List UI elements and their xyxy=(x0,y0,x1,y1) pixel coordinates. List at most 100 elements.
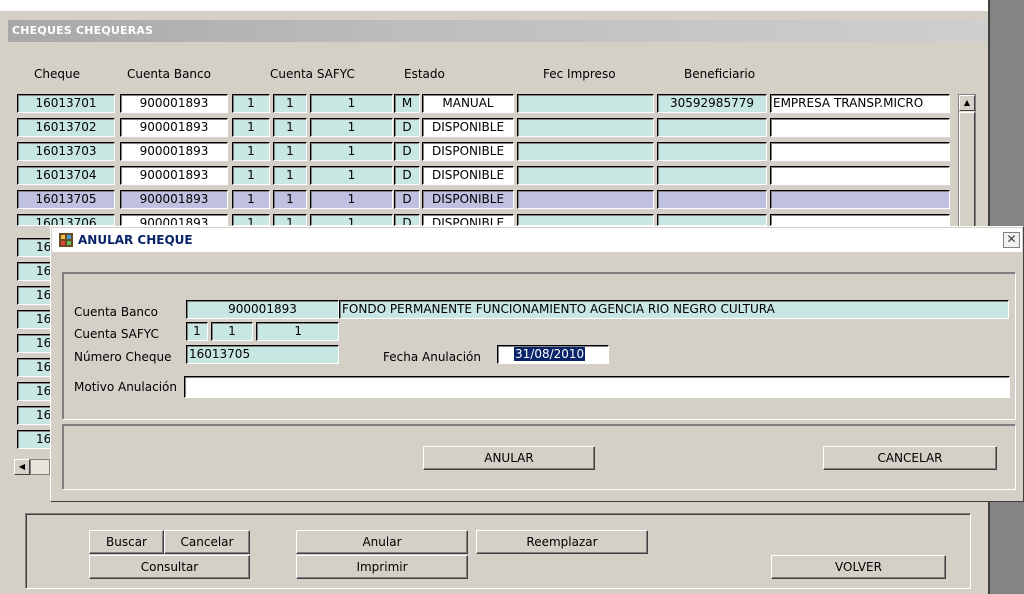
scroll-up-icon[interactable]: ▲ xyxy=(959,95,975,111)
cheque-cell[interactable]: 16013701 xyxy=(17,94,115,113)
safyc2-cell[interactable]: 1 xyxy=(273,214,307,226)
cheque-cell[interactable]: 16013703 xyxy=(17,142,115,161)
beneficiario-cell[interactable] xyxy=(770,166,950,185)
volver-button[interactable]: VOLVER xyxy=(771,555,946,579)
estado-code-cell[interactable]: M xyxy=(394,94,420,113)
beneficiario-cell[interactable] xyxy=(770,118,950,137)
estado-code-cell[interactable]: D xyxy=(394,190,420,209)
safyc1-cell[interactable]: 1 xyxy=(232,166,270,185)
safyc3-cell[interactable]: 1 xyxy=(310,190,393,209)
estado-cell[interactable]: DISPONIBLE xyxy=(422,118,514,137)
cheque-cell[interactable]: 16013702 xyxy=(17,118,115,137)
motivo-anulacion-field[interactable] xyxy=(184,376,1010,398)
motivo-anulacion-label: Motivo Anulación xyxy=(74,380,177,394)
safyc2-cell[interactable]: 1 xyxy=(273,142,307,161)
safyc1-cell[interactable]: 1 xyxy=(232,94,270,113)
cuenta-banco-cell[interactable]: 900001893 xyxy=(120,166,228,185)
imprimir-button[interactable]: Imprimir xyxy=(296,555,468,579)
cuenta-banco-label: Cuenta Banco xyxy=(74,305,158,319)
fecha-anulacion-label: Fecha Anulación xyxy=(383,350,481,364)
fec-impreso-cell[interactable] xyxy=(517,166,654,185)
scroll-thumb[interactable] xyxy=(959,112,975,232)
cheque-cell[interactable]: 16013706 xyxy=(17,214,115,226)
safyc1-cell[interactable]: 1 xyxy=(232,142,270,161)
safyc2-cell[interactable]: 1 xyxy=(273,166,307,185)
fec-impreso-cell[interactable] xyxy=(517,214,654,226)
fecha-anulacion-field[interactable]: 31/08/2010 xyxy=(497,345,609,364)
estado-cell[interactable]: DISPONIBLE xyxy=(422,142,514,161)
cuenta-banco-cell[interactable]: 900001893 xyxy=(120,214,228,226)
safyc-field-1[interactable]: 1 xyxy=(186,322,208,341)
beneficiario-cell[interactable] xyxy=(770,214,950,226)
beneficiario-id-cell[interactable]: 30592985779 xyxy=(657,94,767,113)
fecha-anulacion-value: 31/08/2010 xyxy=(514,347,586,361)
beneficiario-id-cell[interactable] xyxy=(657,166,767,185)
close-icon[interactable]: ✕ xyxy=(1003,232,1020,248)
beneficiario-id-cell[interactable] xyxy=(657,214,767,226)
safyc2-cell[interactable]: 1 xyxy=(273,118,307,137)
estado-cell[interactable]: DISPONIBLE xyxy=(422,190,514,209)
fec-impreso-cell[interactable] xyxy=(517,118,654,137)
safyc1-cell[interactable]: 1 xyxy=(232,190,270,209)
cancelar-button[interactable]: Cancelar xyxy=(164,530,250,554)
estado-code-cell[interactable]: D xyxy=(394,166,420,185)
cuenta-banco-cell[interactable]: 900001893 xyxy=(120,190,228,209)
safyc-field-3[interactable]: 1 xyxy=(256,322,339,341)
cuenta-banco-cell[interactable]: 900001893 xyxy=(120,94,228,113)
consultar-button[interactable]: Consultar xyxy=(89,555,250,579)
fec-impreso-cell[interactable] xyxy=(517,142,654,161)
estado-cell[interactable]: DISPONIBLE xyxy=(422,166,514,185)
dialog-title-bar xyxy=(52,228,1022,252)
reemplazar-button[interactable]: Reemplazar xyxy=(476,530,648,554)
numero-cheque-label: Número Cheque xyxy=(74,350,172,364)
dialog-anular-button[interactable]: ANULAR xyxy=(423,446,595,470)
cheque-cell-partial[interactable]: 16 xyxy=(17,238,53,257)
cheque-cell[interactable]: 16013705 xyxy=(17,190,115,209)
column-header-cuenta-safyc: Cuenta SAFYC xyxy=(270,67,355,81)
dialog-title: ANULAR CHEQUE xyxy=(78,233,193,247)
safyc2-cell[interactable]: 1 xyxy=(273,190,307,209)
fec-impreso-cell[interactable] xyxy=(517,190,654,209)
scroll-left-icon[interactable]: ◀ xyxy=(14,459,30,475)
beneficiario-cell[interactable]: EMPRESA TRANSP.MICRO xyxy=(770,94,950,113)
safyc3-cell[interactable]: 1 xyxy=(310,214,393,226)
cuenta-banco-cell[interactable]: 900001893 xyxy=(120,118,228,137)
estado-cell[interactable]: DISPONIBLE xyxy=(422,214,514,226)
estado-code-cell[interactable]: D xyxy=(394,118,420,137)
safyc3-cell[interactable]: 1 xyxy=(310,118,393,137)
safyc-field-2[interactable]: 1 xyxy=(211,322,253,341)
estado-code-cell[interactable]: D xyxy=(394,142,420,161)
estado-code-cell[interactable]: D xyxy=(394,214,420,226)
cheque-cell-partial[interactable]: 16 xyxy=(17,430,53,449)
cheque-cell-partial[interactable]: 16 xyxy=(17,358,53,377)
cuenta-banco-cell[interactable]: 900001893 xyxy=(120,142,228,161)
cuenta-banco-description: FONDO PERMANENTE FUNCIONAMIENTO AGENCIA … xyxy=(339,300,1009,319)
beneficiario-id-cell[interactable] xyxy=(657,142,767,161)
beneficiario-cell[interactable] xyxy=(770,190,950,209)
safyc3-cell[interactable]: 1 xyxy=(310,142,393,161)
cuenta-banco-field[interactable]: 900001893 xyxy=(186,300,339,319)
cheque-cell[interactable]: 16013704 xyxy=(17,166,115,185)
column-header-cheque: Cheque xyxy=(34,67,80,81)
anular-button[interactable]: Anular xyxy=(296,530,468,554)
beneficiario-id-cell[interactable] xyxy=(657,118,767,137)
safyc1-cell[interactable]: 1 xyxy=(232,118,270,137)
buscar-button[interactable]: Buscar xyxy=(89,530,164,554)
cheque-cell-partial[interactable]: 16 xyxy=(17,286,53,305)
dialog-cancelar-button[interactable]: CANCELAR xyxy=(823,446,997,470)
beneficiario-cell[interactable] xyxy=(770,142,950,161)
cheque-cell-partial[interactable]: 16 xyxy=(17,310,53,329)
safyc2-cell[interactable]: 1 xyxy=(273,94,307,113)
fec-impreso-cell[interactable] xyxy=(517,94,654,113)
safyc3-cell[interactable]: 1 xyxy=(310,94,393,113)
safyc1-cell[interactable]: 1 xyxy=(232,214,270,226)
cheque-cell-partial[interactable]: 16 xyxy=(17,382,53,401)
estado-cell[interactable]: MANUAL xyxy=(422,94,514,113)
beneficiario-id-cell[interactable] xyxy=(657,190,767,209)
safyc3-cell[interactable]: 1 xyxy=(310,166,393,185)
horizontal-scrollbar[interactable] xyxy=(30,459,50,475)
cheque-cell-partial[interactable]: 16 xyxy=(17,262,53,281)
cheque-cell-partial[interactable]: 16 xyxy=(17,406,53,425)
cheque-cell-partial[interactable]: 16 xyxy=(17,334,53,353)
numero-cheque-field[interactable]: 16013705 xyxy=(186,345,339,364)
